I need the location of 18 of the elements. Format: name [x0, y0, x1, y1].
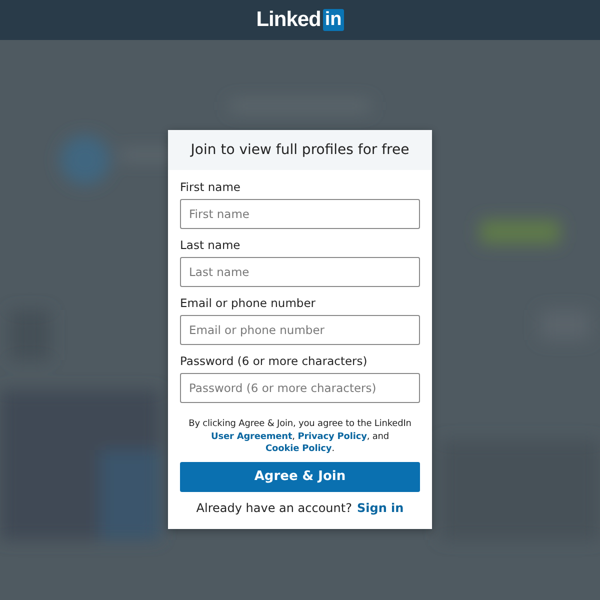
dialog-title: Join to view full profiles for free — [168, 130, 432, 170]
signin-link[interactable]: Sign in — [356, 500, 404, 514]
input-field[interactable]: Password (6 or more characters) — [180, 373, 420, 403]
policy-link[interactable]: Cookie Policy — [266, 444, 332, 454]
input-field[interactable]: First name — [180, 199, 420, 229]
logo-text: Linked — [256, 8, 321, 32]
input-field[interactable]: Email or phone number — [180, 315, 420, 345]
signin-prompt: Already have an account? — [196, 500, 352, 514]
input-field[interactable]: Last name — [180, 257, 420, 287]
policy-link[interactable]: Privacy Policy — [298, 432, 367, 442]
field-label: Last name — [180, 238, 242, 252]
agree-join-button[interactable]: Agree & Join — [180, 462, 420, 492]
field-label: First name — [180, 180, 242, 194]
logo-badge: in — [322, 9, 344, 31]
policy-link[interactable]: User Agreement — [210, 432, 292, 442]
consent-text: By clicking Agree & Join, you agree to the LinkedIn User Agreement, Privacy Policy, and Cookie Policy. — [188, 418, 412, 456]
field-label: Password (6 or more characters) — [180, 354, 368, 368]
field-label: Email or phone number — [180, 296, 317, 310]
